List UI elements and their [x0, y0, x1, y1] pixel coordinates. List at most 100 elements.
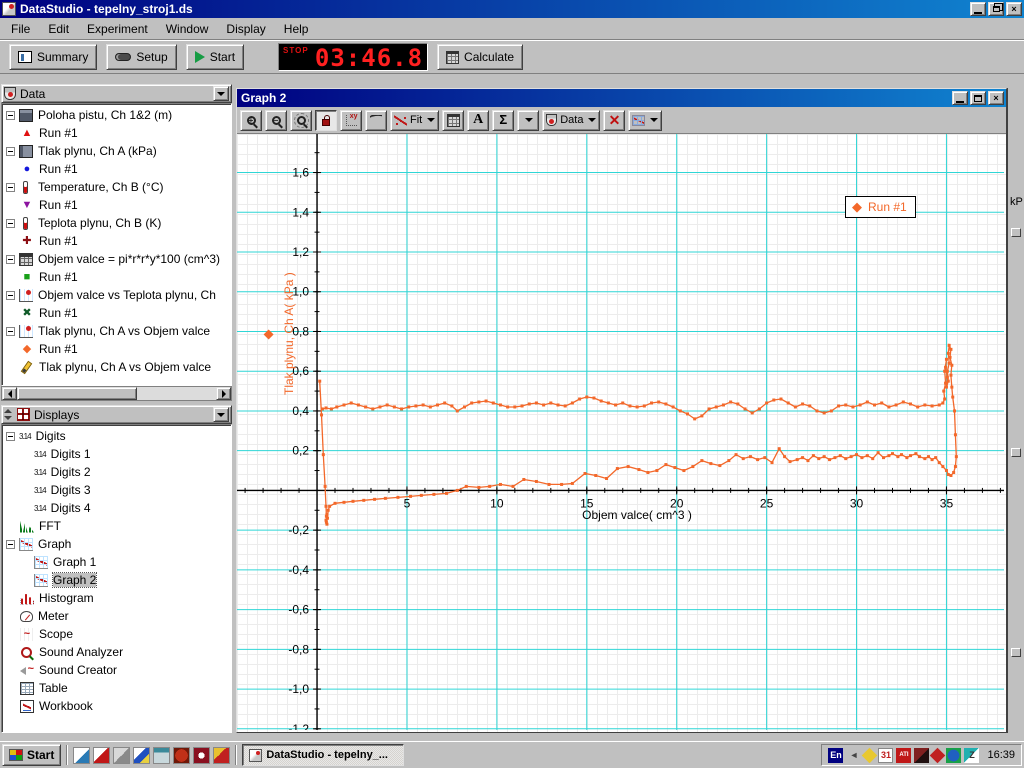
displays-tree-item[interactable]: Histogram: [2, 589, 231, 607]
displays-tree-item[interactable]: Workbook: [2, 697, 231, 715]
scroll-right-button[interactable]: [216, 387, 231, 400]
graph-window-titlebar[interactable]: Graph 2 ×: [237, 89, 1006, 107]
graph-settings-button[interactable]: [628, 110, 662, 131]
quicklaunch-tool-icon[interactable]: [113, 747, 130, 764]
volume-icon[interactable]: ◄: [846, 748, 861, 763]
data-section-header[interactable]: Data: [1, 84, 232, 103]
data-tree-run[interactable]: ✚Run #1: [2, 232, 231, 250]
smart-tool-button[interactable]: [340, 110, 362, 131]
menu-edit[interactable]: Edit: [39, 19, 78, 39]
displays-dropdown-button[interactable]: [213, 407, 229, 422]
fit-menu-button[interactable]: Fit: [390, 110, 439, 131]
language-indicator[interactable]: En: [828, 748, 843, 763]
graph-close-button[interactable]: ×: [988, 91, 1004, 105]
collapse-icon[interactable]: [6, 147, 15, 156]
zoom-in-button[interactable]: +: [240, 110, 262, 131]
scrollbar-track[interactable]: [137, 387, 216, 400]
data-tree-hscrollbar[interactable]: [1, 386, 232, 401]
collapse-icon[interactable]: [6, 111, 15, 120]
displays-section-header[interactable]: Displays: [1, 405, 232, 424]
quicklaunch-notes-icon[interactable]: [73, 747, 90, 764]
zoom-out-button[interactable]: −: [265, 110, 287, 131]
data-tree-item[interactable]: Teplota plynu, Ch B (K): [2, 214, 231, 232]
scrollbar-thumb[interactable]: [17, 387, 137, 400]
displays-tree-item[interactable]: FFT: [2, 517, 231, 535]
data-tree-item[interactable]: Objem valce = pi*r*r*y*100 (cm^3): [2, 250, 231, 268]
collapse-icon[interactable]: [6, 327, 15, 336]
graph-minimize-button[interactable]: [952, 91, 968, 105]
chart-legend[interactable]: ◆ Run #1: [845, 196, 916, 218]
calendar-icon[interactable]: 31: [878, 748, 893, 763]
delete-button[interactable]: ✕: [603, 110, 625, 131]
displays-tree-item[interactable]: Table: [2, 679, 231, 697]
data-tree-item[interactable]: Objem valce vs Teplota plynu, Ch: [2, 286, 231, 304]
quicklaunch-browser-icon[interactable]: [173, 747, 190, 764]
start-button[interactable]: Start: [186, 44, 244, 70]
statistics-dropdown-button[interactable]: [517, 110, 539, 131]
plot-area[interactable]: 51015202530351,61,41,21,00,80,60,40,2-0,…: [237, 134, 1006, 732]
zoom-select-button[interactable]: [290, 110, 312, 131]
displays-tree-item[interactable]: Sound Analyzer: [2, 643, 231, 661]
displays-tree-item[interactable]: 3.14Digits: [2, 427, 231, 445]
close-button[interactable]: ×: [1006, 2, 1022, 16]
scale-to-fit-button[interactable]: [315, 110, 337, 131]
data-tree-item[interactable]: Tlak plynu, Ch A (kPa): [2, 142, 231, 160]
displays-tree-item[interactable]: 3.14Digits 1: [2, 445, 231, 463]
menu-display[interactable]: Display: [217, 19, 274, 39]
sync-icon[interactable]: [930, 747, 946, 763]
network-icon[interactable]: [946, 748, 961, 763]
collapse-icon[interactable]: [6, 540, 15, 549]
collapse-icon[interactable]: [6, 432, 15, 441]
displays-tree-item[interactable]: 3.14Digits 2: [2, 463, 231, 481]
collapse-icon[interactable]: [6, 183, 15, 192]
data-tree-run[interactable]: ▲Run #1: [2, 124, 231, 142]
menu-window[interactable]: Window: [157, 19, 218, 39]
calculate-button[interactable]: Calculate: [437, 44, 523, 70]
graph-calculate-button[interactable]: [442, 110, 464, 131]
displays-tree-item[interactable]: Graph: [2, 535, 231, 553]
displays-tree-item-selected[interactable]: Graph 2: [2, 571, 231, 589]
displays-tree-item[interactable]: Graph 1: [2, 553, 231, 571]
menu-help[interactable]: Help: [275, 19, 318, 39]
displays-tree-item[interactable]: ~Scope: [2, 625, 231, 643]
data-tree-item[interactable]: Tlak plynu, Ch A vs Objem valce: [2, 322, 231, 340]
x-axis-label[interactable]: Objem valce( cm^3 ): [487, 508, 787, 522]
displays-tree-item[interactable]: 3.14Digits 3: [2, 481, 231, 499]
displays-tree-item[interactable]: Sound Creator: [2, 661, 231, 679]
datastudio-task-button[interactable]: DataStudio - tepelny_...: [242, 744, 404, 766]
collapse-icon[interactable]: [6, 219, 15, 228]
quicklaunch-calculator-icon[interactable]: [153, 747, 170, 764]
data-menu-button[interactable]: Data: [542, 110, 600, 131]
data-tree-run[interactable]: ✖Run #1: [2, 304, 231, 322]
menu-file[interactable]: File: [2, 19, 39, 39]
quicklaunch-opera-icon[interactable]: [193, 747, 210, 764]
quicklaunch-acrobat-icon[interactable]: [93, 747, 110, 764]
start-menu-button[interactable]: Start: [2, 744, 61, 766]
text-tool-button[interactable]: A: [467, 110, 489, 131]
displays-tree-item[interactable]: 3.14Digits 4: [2, 499, 231, 517]
setup-button[interactable]: Setup: [106, 44, 176, 70]
y-axis-label[interactable]: ◆ Tlak plynu, Ch A( kPa ): [261, 234, 296, 434]
summary-button[interactable]: Summary: [9, 44, 97, 70]
graph-maximize-button[interactable]: [970, 91, 986, 105]
data-dropdown-button[interactable]: [213, 86, 229, 101]
menu-experiment[interactable]: Experiment: [78, 19, 157, 39]
main-titlebar[interactable]: DataStudio - tepelny_stroj1.ds ×: [0, 0, 1024, 18]
pen-tool-icon[interactable]: Z: [964, 748, 979, 763]
restore-button[interactable]: [988, 2, 1004, 16]
scheduler-icon[interactable]: [862, 747, 878, 763]
agent-icon[interactable]: [914, 748, 929, 763]
slope-tool-button[interactable]: [365, 110, 387, 131]
minimize-button[interactable]: [970, 2, 986, 16]
data-tree-item[interactable]: Temperature, Ch B (°C): [2, 178, 231, 196]
scroll-left-button[interactable]: [2, 387, 17, 400]
data-tree-item[interactable]: Tlak plynu, Ch A vs Objem valce: [2, 358, 231, 376]
data-tree-run[interactable]: ◆Run #1: [2, 340, 231, 358]
collapse-icon[interactable]: [6, 291, 15, 300]
data-tree-run[interactable]: ▼Run #1: [2, 196, 231, 214]
displays-tree-item[interactable]: Meter: [2, 607, 231, 625]
quicklaunch-write-icon[interactable]: [133, 747, 150, 764]
data-tree-item[interactable]: Poloha pistu, Ch 1&2 (m): [2, 106, 231, 124]
collapse-icon[interactable]: [6, 255, 15, 264]
background-window-edge[interactable]: kP: [1007, 88, 1024, 733]
